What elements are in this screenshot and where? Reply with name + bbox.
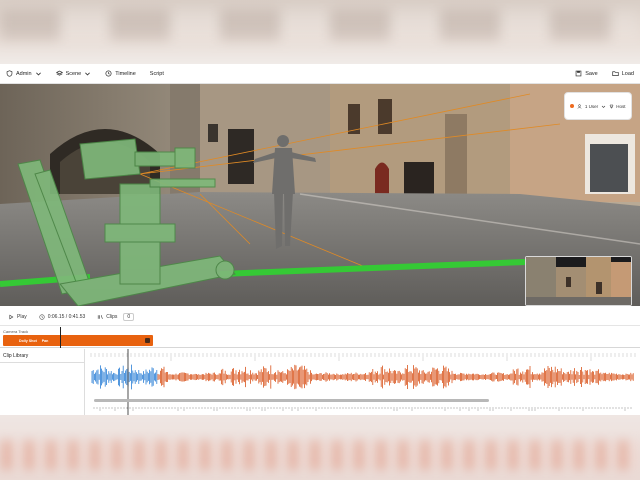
clips-toggle[interactable]: Clips 0	[97, 312, 135, 321]
scene-label: Scene	[65, 70, 82, 77]
clips-count-badge: 0	[123, 312, 135, 321]
chevron-down-icon	[35, 72, 41, 76]
camera-clip-name: Dolly Shot	[19, 338, 37, 343]
clip-library-title: Clip Library	[0, 349, 84, 363]
3d-viewport[interactable]: 1 User Host	[0, 84, 640, 306]
save-label: Save	[585, 70, 598, 77]
camera-clip-tag: Pan	[41, 338, 49, 343]
camera-clip[interactable]: Dolly Shot Pan	[3, 335, 153, 346]
clip-end-icon[interactable]	[145, 338, 150, 343]
presence-pill[interactable]: 1 User Host	[564, 92, 632, 120]
load-button[interactable]: Load	[612, 70, 634, 77]
backdrop-top	[0, 0, 640, 64]
play-label: Play	[17, 313, 27, 320]
user-icon	[577, 103, 582, 109]
time-display: 0:06.15 / 0:41.53	[39, 313, 86, 320]
script-label: Script	[149, 70, 164, 77]
camera-track: Camera Track Dolly Shot Pan	[0, 327, 640, 348]
editor-window: Admin Scene Timeline Script Save Load 1 …	[0, 64, 640, 415]
camera-preview-image	[526, 257, 631, 305]
save-button[interactable]: Save	[575, 70, 598, 77]
scene-menu[interactable]: Scene	[55, 70, 92, 77]
host-label: Host	[616, 103, 626, 109]
time-readout: 0:06.15 / 0:41.53	[47, 313, 86, 320]
host-icon	[609, 104, 613, 108]
audio-waveform-track[interactable]	[86, 349, 640, 415]
clips-label: Clips	[106, 313, 118, 320]
clock-icon	[105, 70, 112, 77]
load-label: Load	[621, 70, 634, 77]
script-tab[interactable]: Script	[150, 71, 164, 77]
admin-label: Admin	[16, 70, 32, 77]
transport-bar: Play 0:06.15 / 0:41.53 Clips 0	[0, 308, 640, 326]
playhead[interactable]	[60, 327, 61, 348]
clip-library: Clip Library	[0, 349, 640, 415]
clips-icon	[98, 314, 103, 319]
play-button[interactable]: Play	[8, 314, 27, 320]
admin-menu[interactable]: Admin	[6, 70, 42, 77]
clock-icon	[39, 313, 45, 320]
clip-library-sidebar: Clip Library	[0, 349, 85, 415]
waveform	[90, 349, 636, 415]
users-count-label: 1 User	[584, 103, 599, 109]
camera-track-label: Camera Track	[3, 329, 29, 334]
recording-dot	[570, 104, 575, 108]
timeline-tab[interactable]: Timeline	[105, 70, 136, 77]
toolbar-right: Save Load	[561, 70, 634, 77]
camera-preview[interactable]	[525, 256, 632, 306]
chevron-down-icon	[601, 105, 606, 108]
chevron-down-icon	[85, 72, 91, 76]
shield-icon	[6, 70, 13, 77]
save-icon	[575, 70, 582, 77]
folder-icon	[612, 71, 619, 76]
layers-icon	[55, 70, 63, 76]
timeline-label: Timeline	[115, 70, 136, 77]
play-icon	[9, 314, 14, 319]
backdrop-bottom	[0, 415, 640, 480]
top-toolbar: Admin Scene Timeline Script Save Load	[0, 64, 640, 84]
